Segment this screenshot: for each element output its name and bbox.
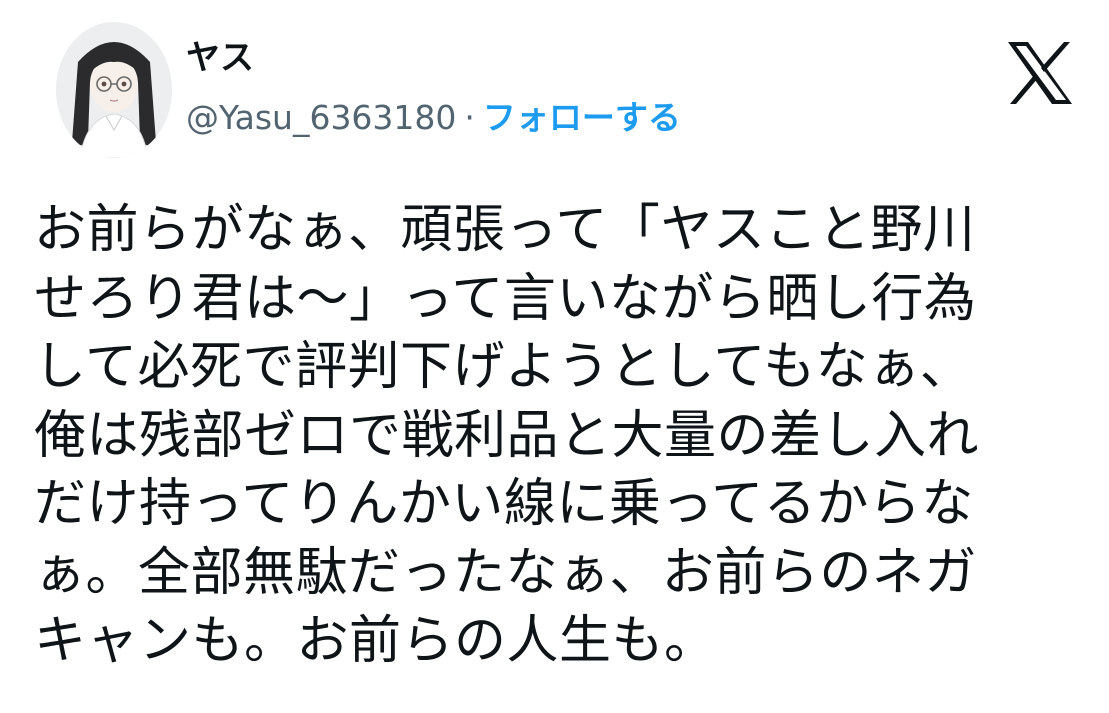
avatar[interactable]: [56, 22, 172, 158]
separator-dot: ·: [464, 98, 475, 137]
tweet-line: キャンも。お前らの人生も。: [34, 611, 717, 671]
tweet-header: ヤス @Yasu_6363180 · フォローする: [0, 0, 1109, 180]
tweet-line: 俺は残部ゼロで戦利品と大量の差し入れ: [34, 405, 980, 466]
avatar-illustration: [56, 22, 172, 158]
tweet-line: お前らがなぁ、頑張って「ヤスこと野川: [34, 200, 976, 260]
tweet-text: お前らがなぁ、頑張って「ヤスこと野川 せろり君は〜」って言いながら晒し行為 して…: [34, 196, 1084, 676]
tweet-line: ぁ。全部無駄だったなぁ、お前らのネガ: [34, 542, 977, 603]
user-handle[interactable]: @Yasu_6363180: [186, 98, 456, 137]
x-logo-icon[interactable]: [1006, 40, 1074, 106]
tweet-line: せろり君は〜」って言いながら晒し行為: [34, 268, 977, 329]
handle-row: @Yasu_6363180 · フォローする: [186, 96, 681, 140]
tweet-line: だけ持ってりんかい線に乗ってるからな: [34, 474, 974, 534]
display-name[interactable]: ヤス: [186, 38, 254, 78]
tweet-line: して必死で評判下げようとしてもなぁ、: [34, 337, 973, 397]
follow-button[interactable]: フォローする: [483, 98, 681, 137]
